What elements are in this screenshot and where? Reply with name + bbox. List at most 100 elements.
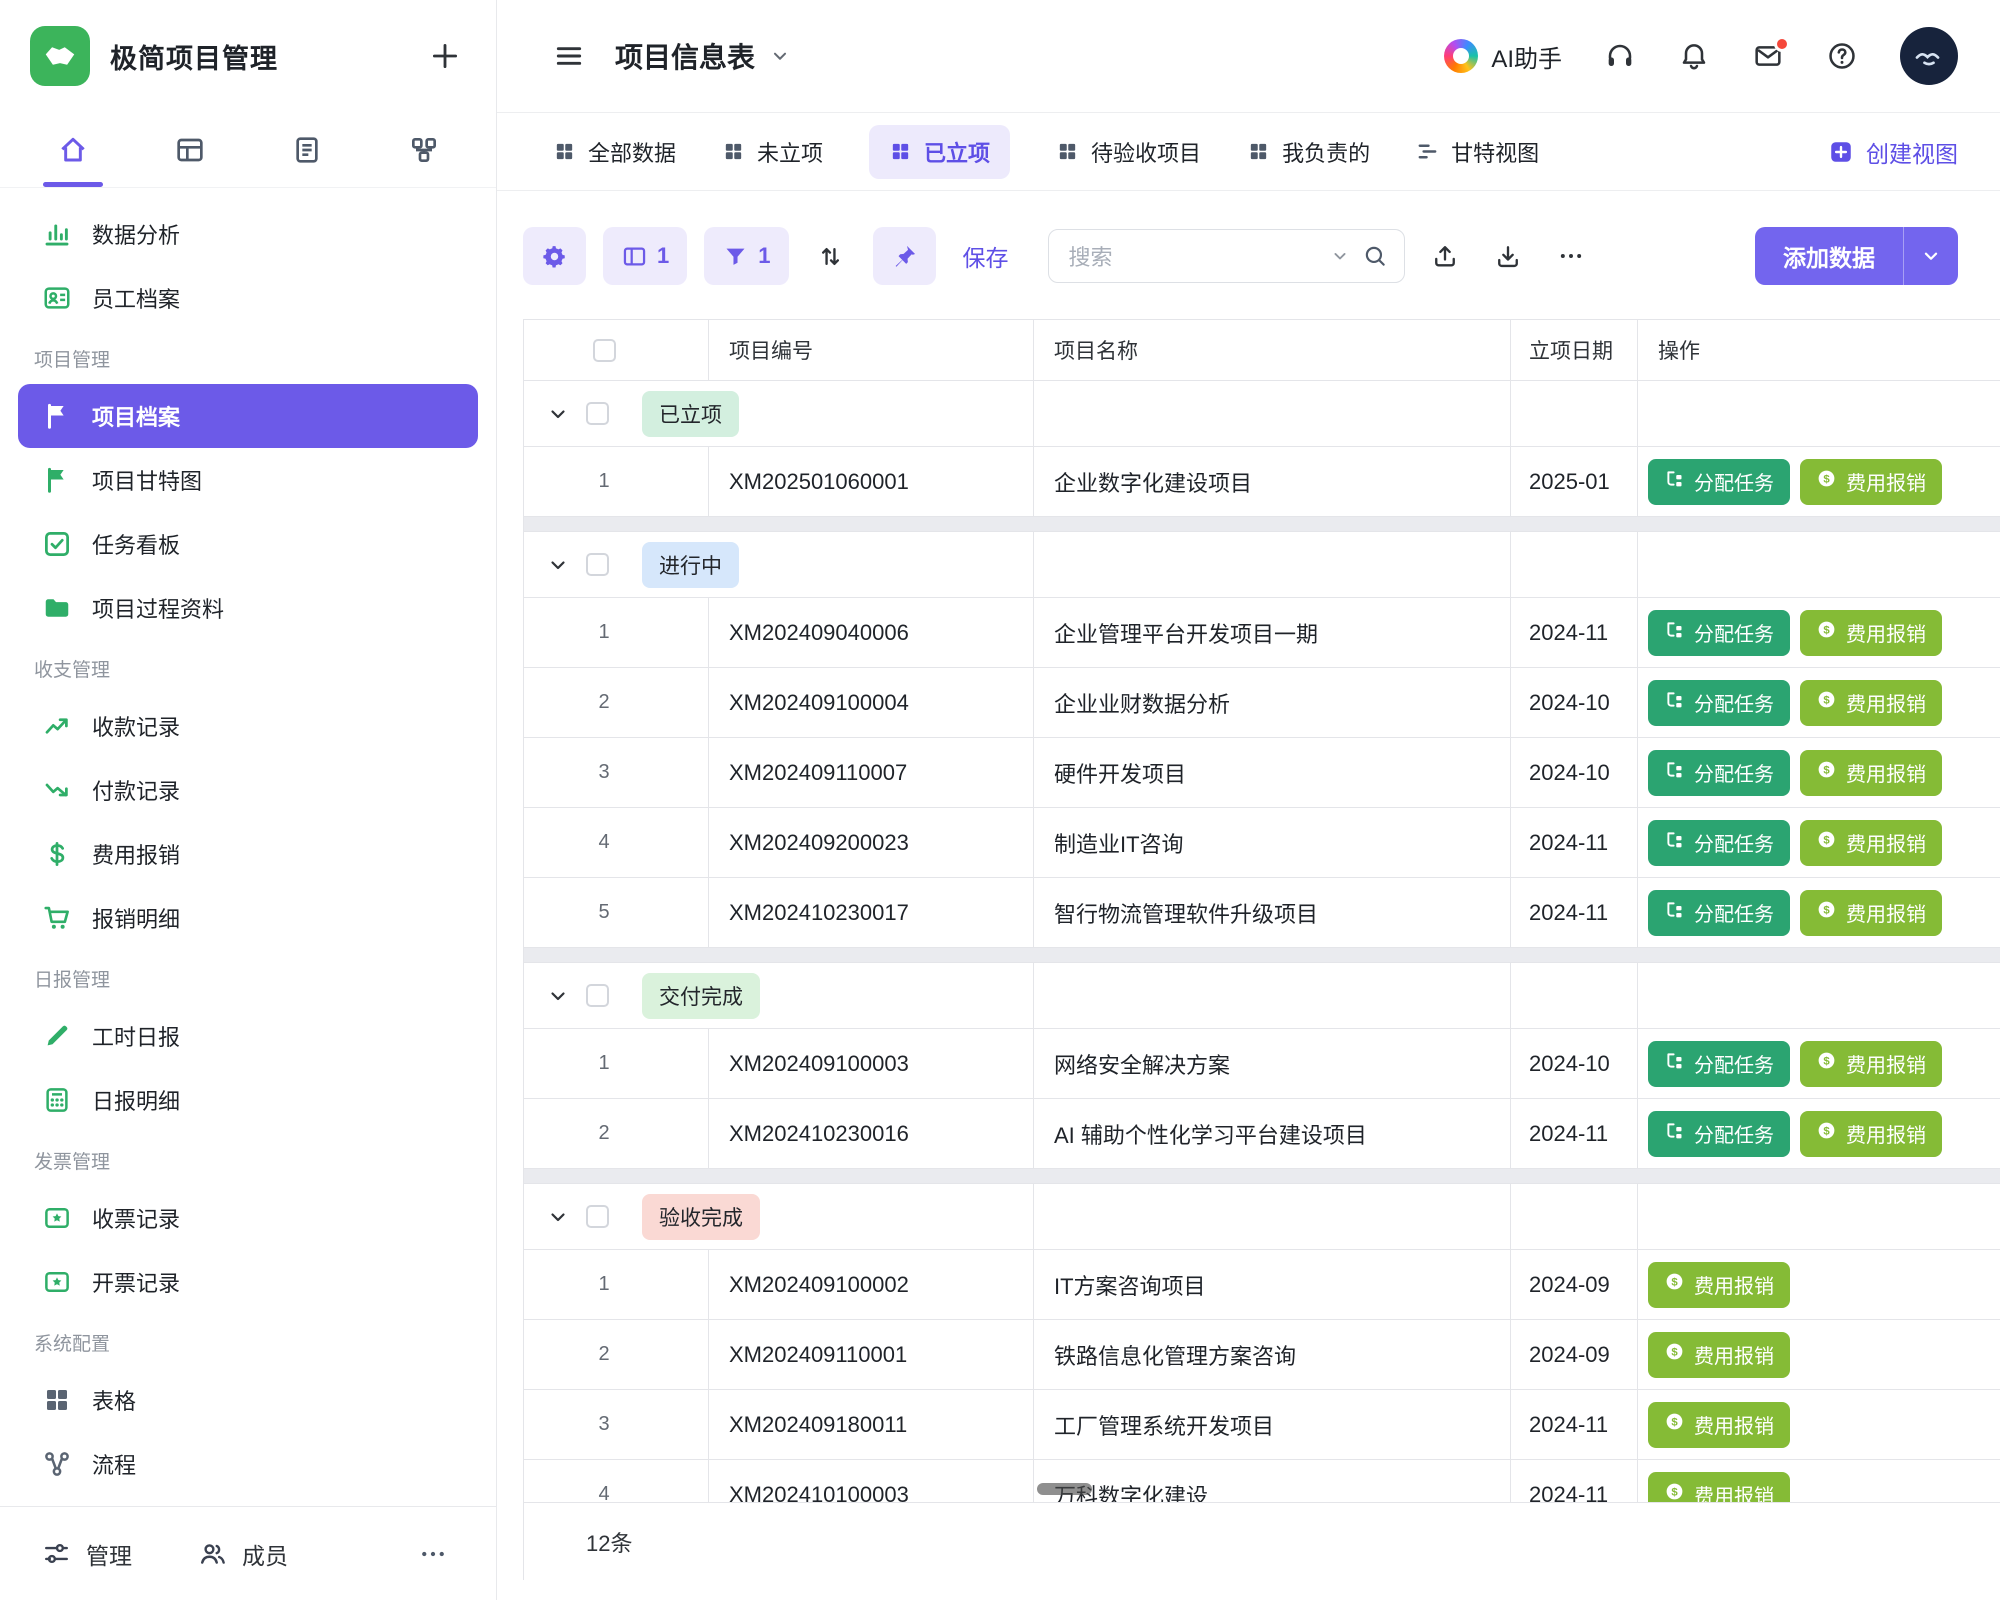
start-date-cell[interactable]: 2025-01 [1511, 447, 1638, 516]
start-date-cell[interactable]: 2024-09 [1511, 1250, 1638, 1319]
project-name-cell[interactable]: 智行物流管理软件升级项目 [1034, 878, 1511, 947]
ai-assistant-button[interactable]: AI助手 [1444, 39, 1562, 74]
view-tab[interactable]: 待验收项目 [1056, 136, 1201, 168]
project-id-cell[interactable]: XM202409100004 [709, 668, 1034, 737]
horizontal-scrollbar-thumb[interactable] [1037, 1483, 1092, 1495]
project-id-cell[interactable]: XM202409110001 [709, 1320, 1034, 1389]
page-title-dropdown[interactable]: 项目信息表 [615, 36, 791, 76]
start-date-cell[interactable]: 2024-11 [1511, 878, 1638, 947]
sidebar-item[interactable]: 数据分析 [18, 202, 478, 266]
group-collapse-chevron[interactable] [546, 402, 570, 426]
sidebar-item[interactable]: 报销明细 [18, 886, 478, 950]
group-collapse-chevron[interactable] [546, 553, 570, 577]
group-collapse-chevron[interactable] [546, 984, 570, 1008]
group-checkbox[interactable] [586, 553, 609, 576]
assign-task-button[interactable]: 分配任务 [1648, 680, 1790, 726]
project-name-cell[interactable]: 企业业财数据分析 [1034, 668, 1511, 737]
expense-claim-button[interactable]: $费用报销 [1800, 890, 1942, 936]
table-row[interactable]: 3XM202409110007硬件开发项目2024-10分配任务$费用报销 [524, 738, 2000, 808]
project-id-cell[interactable]: XM202409110007 [709, 738, 1034, 807]
project-name-cell[interactable]: 硬件开发项目 [1034, 738, 1511, 807]
sidebar-item[interactable]: 日报明细 [18, 1068, 478, 1132]
expense-claim-button[interactable]: $费用报销 [1800, 610, 1942, 656]
group-collapse-chevron[interactable] [546, 1205, 570, 1229]
filter-button[interactable]: 1 [704, 227, 788, 285]
view-settings-button[interactable] [523, 227, 586, 285]
view-tab[interactable]: 已立项 [869, 125, 1010, 179]
add-data-button[interactable]: 添加数据 [1755, 227, 1958, 285]
table-row[interactable]: 2XM202410230016AI 辅助个性化学习平台建设项目2024-11分配… [524, 1099, 2000, 1169]
table-row[interactable]: 3XM202409180011工厂管理系统开发项目2024-11$费用报销 [524, 1390, 2000, 1460]
start-date-cell[interactable]: 2024-11 [1511, 1390, 1638, 1459]
project-id-cell[interactable]: XM202501060001 [709, 447, 1034, 516]
sidebar-item[interactable]: 流程 [18, 1432, 478, 1496]
sidebar-tab-home[interactable] [14, 112, 131, 187]
project-name-cell[interactable]: 企业数字化建设项目 [1034, 447, 1511, 516]
expense-claim-button[interactable]: $费用报销 [1800, 1041, 1942, 1087]
pin-button[interactable] [873, 227, 936, 285]
assign-task-button[interactable]: 分配任务 [1648, 459, 1790, 505]
column-header-project-id[interactable]: 项目编号 [709, 320, 1034, 380]
table-row[interactable]: 5XM202410230017智行物流管理软件升级项目2024-11分配任务$费… [524, 878, 2000, 948]
select-all-checkbox[interactable] [593, 339, 616, 362]
sidebar-item[interactable]: 收票记录 [18, 1186, 478, 1250]
help-button[interactable] [1826, 40, 1858, 72]
expense-claim-button[interactable]: $费用报销 [1800, 680, 1942, 726]
create-view-button[interactable]: 创建视图 [1828, 135, 1958, 169]
expense-claim-button[interactable]: $费用报销 [1648, 1402, 1790, 1448]
assign-task-button[interactable]: 分配任务 [1648, 610, 1790, 656]
start-date-cell[interactable]: 2024-11 [1511, 598, 1638, 667]
sidebar-item[interactable]: 工时日报 [18, 1004, 478, 1068]
notifications-button[interactable] [1678, 40, 1710, 72]
column-header-project-name[interactable]: 项目名称 [1034, 320, 1511, 380]
view-tab[interactable]: 全部数据 [553, 136, 676, 168]
search-input[interactable]: 搜索 [1048, 229, 1405, 283]
import-button[interactable] [1422, 233, 1468, 279]
expense-claim-button[interactable]: $费用报销 [1800, 459, 1942, 505]
table-row[interactable]: 2XM202409100004企业业财数据分析2024-10分配任务$费用报销 [524, 668, 2000, 738]
group-checkbox[interactable] [586, 984, 609, 1007]
members-button[interactable]: 成员 [198, 1537, 288, 1571]
inbox-button[interactable] [1752, 40, 1784, 72]
add-data-dropdown-chevron[interactable] [1904, 227, 1958, 285]
sidebar-item[interactable]: 收款记录 [18, 694, 478, 758]
collapse-sidebar-button[interactable] [553, 40, 585, 72]
sidebar-tab-tables[interactable] [131, 112, 248, 187]
view-tab[interactable]: 甘特视图 [1416, 136, 1539, 168]
table-row[interactable]: 1XM202409040006企业管理平台开发项目一期2024-11分配任务$费… [524, 598, 2000, 668]
project-id-cell[interactable]: XM202409100003 [709, 1029, 1034, 1098]
view-tab[interactable]: 我负责的 [1247, 136, 1370, 168]
group-checkbox[interactable] [586, 1205, 609, 1228]
more-actions-button[interactable] [1548, 233, 1594, 279]
project-name-cell[interactable]: 工厂管理系统开发项目 [1034, 1390, 1511, 1459]
sidebar-item[interactable]: 项目过程资料 [18, 576, 478, 640]
start-date-cell[interactable]: 2024-10 [1511, 668, 1638, 737]
project-id-cell[interactable]: XM202410230016 [709, 1099, 1034, 1168]
sidebar-more-button[interactable] [418, 1539, 448, 1569]
assign-task-button[interactable]: 分配任务 [1648, 820, 1790, 866]
save-button[interactable]: 保存 [963, 239, 1009, 273]
column-header-start-date[interactable]: 立项日期 [1511, 320, 1638, 380]
sidebar-item[interactable]: 员工档案 [18, 266, 478, 330]
table-row[interactable]: 4XM202409200023制造业IT咨询2024-11分配任务$费用报销 [524, 808, 2000, 878]
expense-claim-button[interactable]: $费用报销 [1648, 1262, 1790, 1308]
sidebar-item[interactable]: 表格 [18, 1368, 478, 1432]
group-checkbox[interactable] [586, 402, 609, 425]
sidebar-item[interactable]: 项目甘特图 [18, 448, 478, 512]
start-date-cell[interactable]: 2024-09 [1511, 1320, 1638, 1389]
project-id-cell[interactable]: XM202410230017 [709, 878, 1034, 947]
project-id-cell[interactable]: XM202409040006 [709, 598, 1034, 667]
assign-task-button[interactable]: 分配任务 [1648, 750, 1790, 796]
table-row[interactable]: 1XM202501060001企业数字化建设项目2025-01分配任务$费用报销 [524, 447, 2000, 517]
start-date-cell[interactable]: 2024-11 [1511, 1099, 1638, 1168]
sidebar-item[interactable]: 任务看板 [18, 512, 478, 576]
project-id-cell[interactable]: XM202409200023 [709, 808, 1034, 877]
sidebar-item[interactable]: 开票记录 [18, 1250, 478, 1314]
project-name-cell[interactable]: IT方案咨询项目 [1034, 1250, 1511, 1319]
sidebar-tab-flows[interactable] [365, 112, 482, 187]
project-name-cell[interactable]: 企业管理平台开发项目一期 [1034, 598, 1511, 667]
sidebar-item[interactable]: 付款记录 [18, 758, 478, 822]
table-row[interactable]: 1XM202409100003网络安全解决方案2024-10分配任务$费用报销 [524, 1029, 2000, 1099]
start-date-cell[interactable]: 2024-10 [1511, 1029, 1638, 1098]
sidebar-item[interactable]: 费用报销 [18, 822, 478, 886]
